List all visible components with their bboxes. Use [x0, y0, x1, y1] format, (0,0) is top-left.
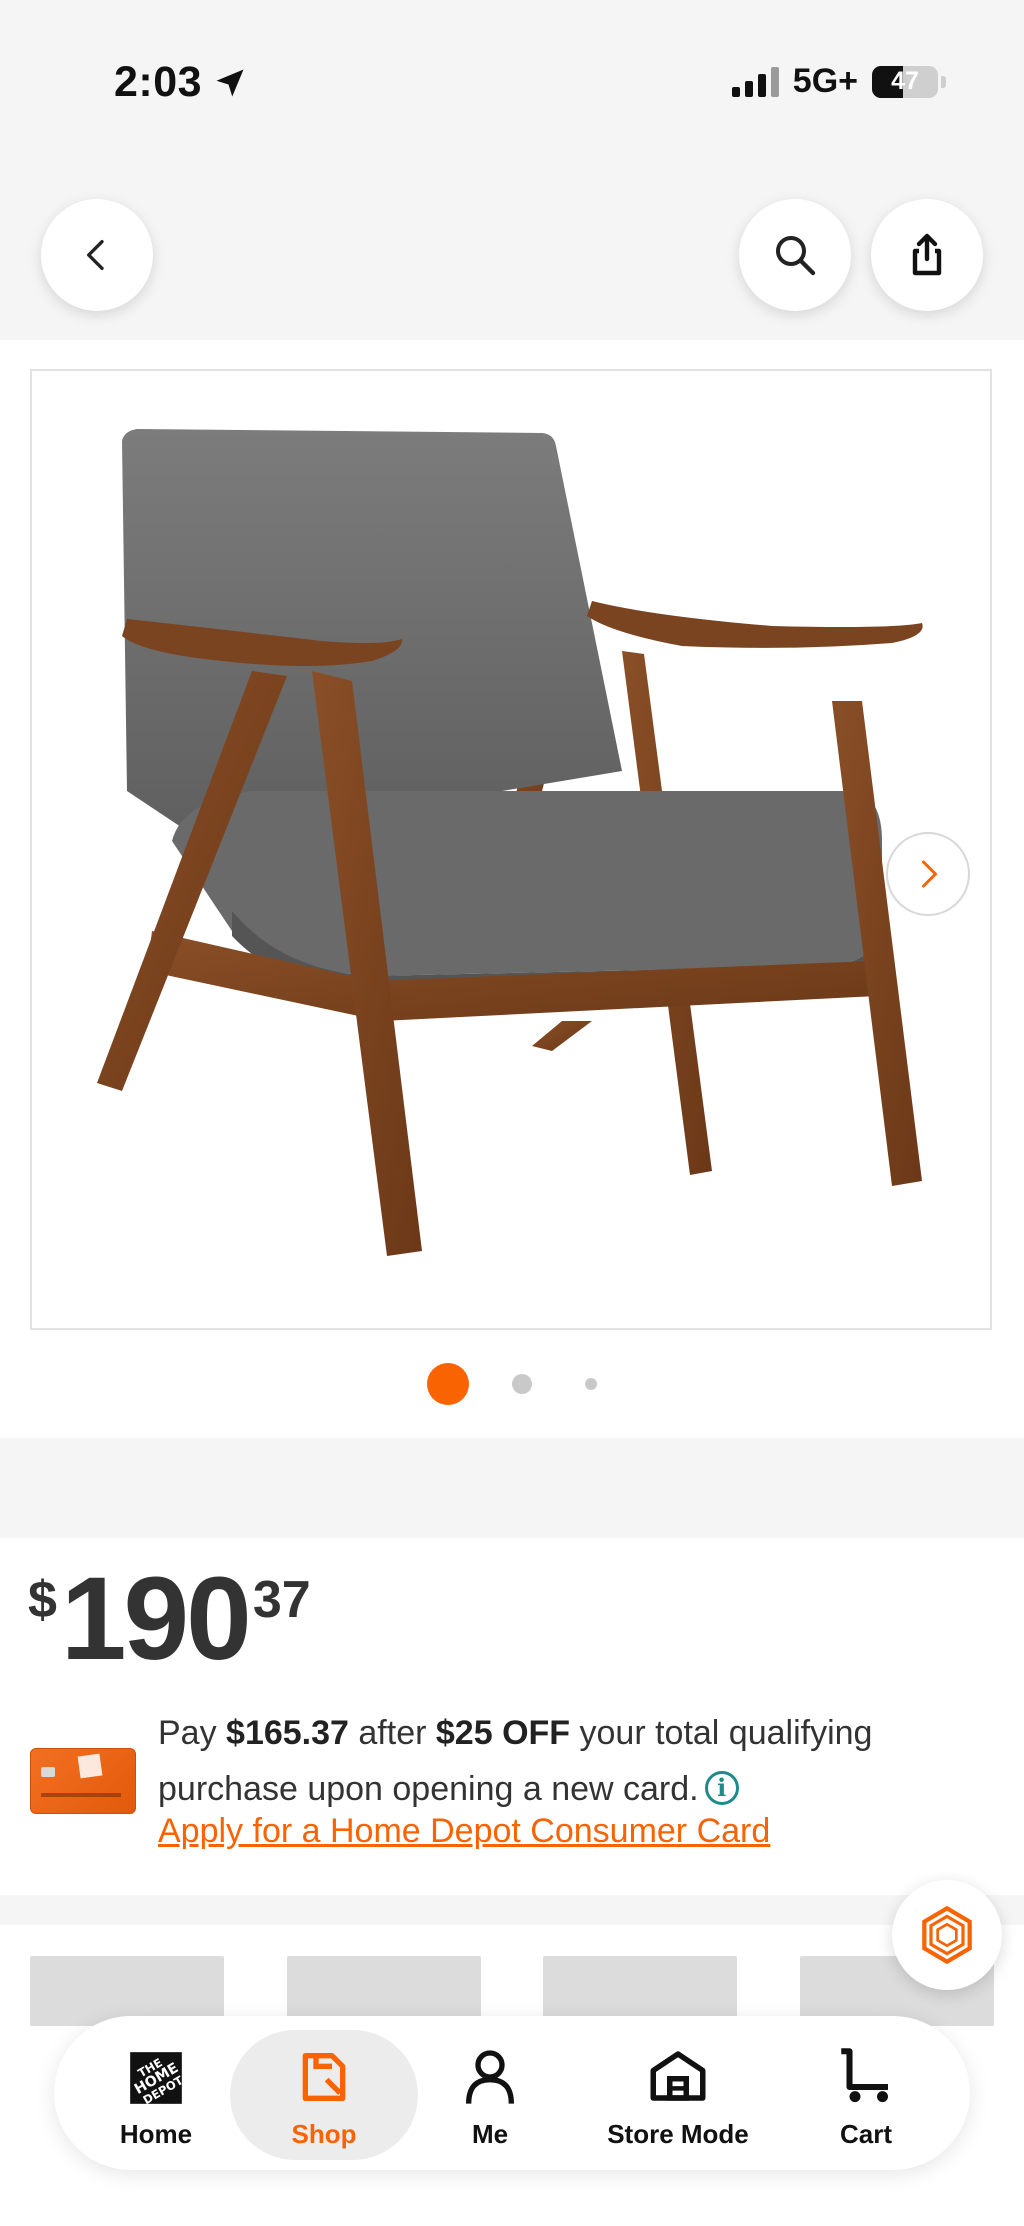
gallery-pagination	[0, 1363, 1024, 1405]
home-depot-card-icon	[41, 1753, 121, 1797]
chair-image	[97, 429, 923, 1256]
nav-home[interactable]: THE HOME DEPOT Home	[96, 2030, 216, 2160]
nav-label: Shop	[291, 2119, 357, 2149]
card-promo-text: Pay $165.37 after $25 OFF your total qua…	[158, 1705, 978, 1817]
price-dollars: 190	[60, 1553, 252, 1685]
apply-card-link[interactable]: Apply for a Home Depot Consumer Card	[158, 1812, 770, 1851]
search-icon	[776, 236, 816, 276]
shop-icon	[302, 2053, 346, 2101]
chat-assistant-button[interactable]	[892, 1880, 1002, 1990]
page-dot-active[interactable]	[427, 1363, 469, 1405]
nav-label: Store Mode	[607, 2119, 749, 2149]
nav-label: Cart	[839, 2119, 892, 2149]
page-dot[interactable]	[512, 1374, 532, 1394]
price-currency: $	[28, 1571, 57, 1629]
home-depot-logo-icon: THE HOME DEPOT	[130, 2052, 186, 2107]
page-dot[interactable]	[585, 1378, 597, 1390]
battery-icon: 47	[872, 65, 946, 98]
share-button[interactable]	[871, 199, 983, 311]
promo-discount: $25 OFF	[435, 1714, 571, 1752]
person-icon	[466, 2050, 514, 2104]
signal-icon	[731, 66, 779, 97]
price-cents: 37	[252, 1571, 311, 1629]
clock-text: 2:03	[114, 58, 203, 106]
battery-level: 47	[891, 67, 919, 95]
nav-me[interactable]: Me	[430, 2030, 550, 2160]
promo-after: after	[348, 1714, 436, 1752]
nav-store-mode[interactable]: Store Mode	[588, 2030, 768, 2160]
chevron-left-icon	[87, 240, 104, 270]
promo-pay: Pay	[158, 1714, 227, 1752]
network-label: 5G+	[792, 62, 858, 100]
location-arrow-icon	[216, 69, 244, 96]
search-button[interactable]	[739, 199, 851, 311]
nav-label: Me	[471, 2119, 509, 2149]
share-icon	[912, 233, 942, 276]
next-image-button[interactable]	[886, 832, 970, 916]
info-icon[interactable]: i	[704, 1771, 739, 1805]
product-image[interactable]	[30, 369, 992, 1330]
product-price: $ 190 37	[28, 1560, 311, 1678]
nav-shop[interactable]: Shop	[230, 2030, 418, 2160]
back-button[interactable]	[41, 199, 153, 311]
credit-card-image	[30, 1748, 136, 1814]
nav-cart[interactable]: Cart	[806, 2030, 926, 2160]
cart-icon	[841, 2048, 888, 2103]
promo-discounted-price: $165.37	[226, 1714, 349, 1752]
store-icon	[650, 2051, 706, 2101]
status-time: 2:03	[114, 58, 248, 107]
chevron-right-icon	[922, 860, 937, 888]
status-indicators: 5G+ 47	[731, 62, 946, 101]
hexagon-chat-icon	[922, 1905, 972, 1965]
nav-label: Home	[119, 2119, 193, 2149]
